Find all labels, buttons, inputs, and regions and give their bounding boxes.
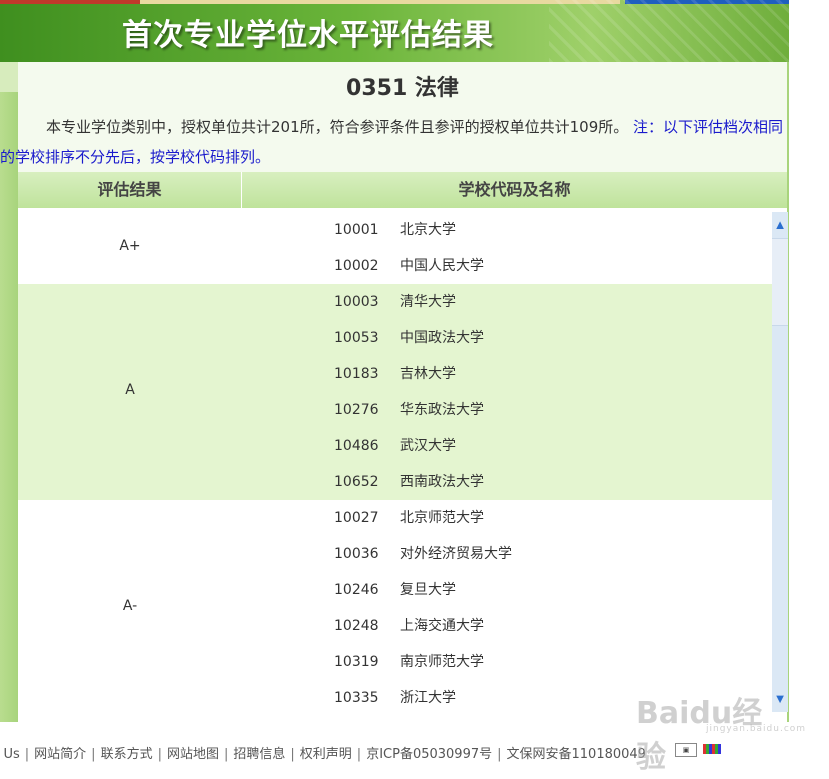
school-name: 中国人民大学 <box>400 258 484 274</box>
footer-second-line <box>0 768 829 779</box>
result-header: 0351 法律 本专业学位类别中，授权单位共计201所，符合参评条件且参评的授权… <box>0 62 787 172</box>
table-header: 评估结果 学校代码及名称 <box>18 172 787 208</box>
school-name: 武汉大学 <box>400 438 456 454</box>
school-code: 10276 <box>334 402 379 418</box>
footer-separator: | <box>497 747 502 762</box>
major-title: 0351 法律 <box>346 76 459 101</box>
baidu-watermark: Baidu经验 jingyan.baidu.com <box>636 688 805 775</box>
school-name: 对外经济贸易大学 <box>400 546 512 562</box>
grade-group: A+ 10001 北京大学 10002 中国人民大学 <box>18 212 772 284</box>
school-code: 10335 <box>334 690 379 706</box>
school-code: 10248 <box>334 618 379 634</box>
table-row: 10246 复旦大学 <box>18 572 772 608</box>
school-name: 华东政法大学 <box>400 402 484 418</box>
school-code: 10027 <box>334 510 379 526</box>
table-row: 10001 北京大学 <box>18 212 772 248</box>
scrollbar-thumb[interactable] <box>772 238 788 326</box>
main-content: 0351 法律 本专业学位类别中，授权单位共计201所，符合参评条件且参评的授权… <box>0 62 787 722</box>
school-name: 中国政法大学 <box>400 330 484 346</box>
table-row: 10276 华东政法大学 <box>18 392 772 428</box>
license-badge-icon <box>703 744 721 754</box>
footer-separator: | <box>157 747 162 762</box>
school-name: 上海交通大学 <box>400 618 484 634</box>
school-code: 10183 <box>334 366 379 382</box>
footer-separator: | <box>91 747 96 762</box>
table-row: 10003 清华大学 <box>18 284 772 320</box>
banner-stripe-red <box>0 0 140 4</box>
results-table[interactable]: A+ 10001 北京大学 10002 中国人民大学 A 10003 清华大学 10053 中国政… <box>18 212 772 716</box>
table-row: 10053 中国政法大学 <box>18 320 772 356</box>
footer-link[interactable]: 权利声明 <box>300 747 352 762</box>
table-row: 10248 上海交通大学 <box>18 608 772 644</box>
watermark-sub: jingyan.baidu.com <box>706 724 807 734</box>
school-name: 北京师范大学 <box>400 510 484 526</box>
table-row: 10652 西南政法大学 <box>18 464 772 500</box>
school-name: 吉林大学 <box>400 366 456 382</box>
school-name: 复旦大学 <box>400 582 456 598</box>
school-code: 10003 <box>334 294 379 310</box>
description: 本专业学位类别中，授权单位共计201所，符合参评条件且参评的授权单位共计109所… <box>0 112 785 172</box>
table-row: 10183 吉林大学 <box>18 356 772 392</box>
header-school: 学校代码及名称 <box>458 180 571 199</box>
table-row: 10027 北京师范大学 <box>18 500 772 536</box>
table-row: 10486 武汉大学 <box>18 428 772 464</box>
footer-link[interactable]: 网站简介 <box>34 747 86 762</box>
school-code: 10053 <box>334 330 379 346</box>
banner-stripe-tan <box>140 0 620 4</box>
school-code: 10036 <box>334 546 379 562</box>
school-code: 10486 <box>334 438 379 454</box>
table-row: 10319 南京师范大学 <box>18 644 772 680</box>
table-row: 10036 对外经济贸易大学 <box>18 536 772 572</box>
table-row: 10002 中国人民大学 <box>18 248 772 284</box>
footer-link[interactable]: ut Us <box>0 747 20 762</box>
footer-link[interactable]: 招聘信息 <box>233 747 285 762</box>
footer-link[interactable]: 网站地图 <box>167 747 219 762</box>
gov-badge-icon: ▣ <box>675 743 697 757</box>
footer-separator: | <box>290 747 295 762</box>
grade-group: A- 10027 北京师范大学 10036 对外经济贸易大学 10246 复旦大学 10248… <box>18 500 772 716</box>
school-name: 南京师范大学 <box>400 654 484 670</box>
school-code: 10652 <box>334 474 379 490</box>
footer-separator: | <box>356 747 362 762</box>
school-name: 西南政法大学 <box>400 474 484 490</box>
school-code: 10002 <box>334 258 379 274</box>
header-grade: 评估结果 <box>18 172 242 208</box>
school-name: 浙江大学 <box>400 690 456 706</box>
footer-link[interactable]: 联系方式 <box>101 747 153 762</box>
footer-separator: | <box>24 747 30 762</box>
school-name: 北京大学 <box>400 222 456 238</box>
footer-separator: | <box>223 747 229 762</box>
footer: ut Us | 网站简介 | 联系方式 | 网站地图 | 招聘信息 | 权利声明 | 京ICP备0503… <box>0 740 829 764</box>
security-record-link[interactable]: 文保网安备110180049 <box>507 747 646 762</box>
chevron-up-icon[interactable]: ▲ <box>772 216 788 234</box>
footer-links: ut Us | 网站简介 | 联系方式 | 网站地图 | 招聘信息 | 权利声明 | 京ICP备0503… <box>0 743 646 762</box>
school-code: 10246 <box>334 582 379 598</box>
page-banner: 首次专业学位水平评估结果 <box>0 0 789 62</box>
school-code: 10001 <box>334 222 379 238</box>
school-name: 清华大学 <box>400 294 456 310</box>
banner-pattern <box>549 0 789 62</box>
description-text: 本专业学位类别中，授权单位共计201所，符合参评条件且参评的授权单位共计109所… <box>46 118 629 136</box>
table-scrollbar[interactable]: ▲ ▼ <box>772 212 788 712</box>
grade-group: A 10003 清华大学 10053 中国政法大学 10183 吉林大学 10276 华东政法大… <box>18 284 772 500</box>
banner-title: 首次专业学位水平评估结果 <box>122 18 494 53</box>
school-code: 10319 <box>334 654 379 670</box>
icp-link[interactable]: 京ICP备05030997号 <box>366 747 492 762</box>
